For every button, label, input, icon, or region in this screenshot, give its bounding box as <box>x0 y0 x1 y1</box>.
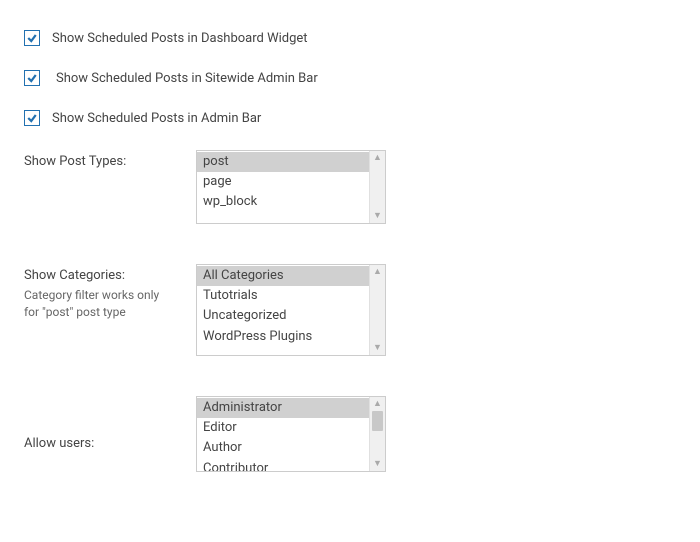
categories-note: Category filter works only for "post" po… <box>24 287 176 321</box>
list-item[interactable]: Contributor <box>197 459 385 471</box>
list-item[interactable]: WordPress Plugins <box>197 327 385 347</box>
scrollbar[interactable]: ▲ ▼ <box>369 265 385 355</box>
allow-users-listbox[interactable]: AdministratorEditorAuthorContributor ▲ ▼ <box>196 396 386 472</box>
scroll-down-icon[interactable]: ▼ <box>370 457 385 471</box>
scroll-up-icon[interactable]: ▲ <box>370 151 385 165</box>
list-item[interactable]: Tutotrials <box>197 286 385 306</box>
categories-listbox[interactable]: All CategoriesTutotrialsUncategorizedWor… <box>196 264 386 356</box>
check-icon <box>26 112 38 124</box>
check-icon <box>26 72 38 84</box>
checkbox-dashboard-widget[interactable] <box>24 30 40 46</box>
checkbox-admin-bar[interactable] <box>24 110 40 126</box>
post-types-label: Show Post Types: <box>24 154 176 169</box>
list-item[interactable]: Uncategorized <box>197 306 385 326</box>
list-item[interactable]: page <box>197 172 385 192</box>
scroll-thumb[interactable] <box>372 411 383 431</box>
scrollbar[interactable]: ▲ ▼ <box>369 397 385 471</box>
scroll-down-icon[interactable]: ▼ <box>370 341 385 355</box>
checkbox-label-admin-bar: Show Scheduled Posts in Admin Bar <box>52 111 261 126</box>
scroll-up-icon[interactable]: ▲ <box>370 265 385 279</box>
list-item[interactable]: post <box>197 152 385 172</box>
post-types-listbox[interactable]: postpagewp_block ▲ ▼ <box>196 150 386 224</box>
scrollbar[interactable]: ▲ ▼ <box>369 151 385 223</box>
checkbox-label-sitewide-admin-bar: Show Scheduled Posts in Sitewide Admin B… <box>56 71 318 86</box>
list-item[interactable]: Author <box>197 438 385 458</box>
checkbox-label-dashboard-widget: Show Scheduled Posts in Dashboard Widget <box>52 31 308 46</box>
scroll-down-icon[interactable]: ▼ <box>370 209 385 223</box>
check-icon <box>26 32 38 44</box>
list-item[interactable]: Editor <box>197 418 385 438</box>
list-item[interactable]: All Categories <box>197 266 385 286</box>
list-item[interactable]: wp_block <box>197 192 385 212</box>
allow-users-label: Allow users: <box>24 436 176 451</box>
categories-label: Show Categories: <box>24 268 176 283</box>
checkbox-sitewide-admin-bar[interactable] <box>24 70 40 86</box>
list-item[interactable]: Administrator <box>197 398 385 418</box>
scroll-up-icon[interactable]: ▲ <box>370 397 385 411</box>
